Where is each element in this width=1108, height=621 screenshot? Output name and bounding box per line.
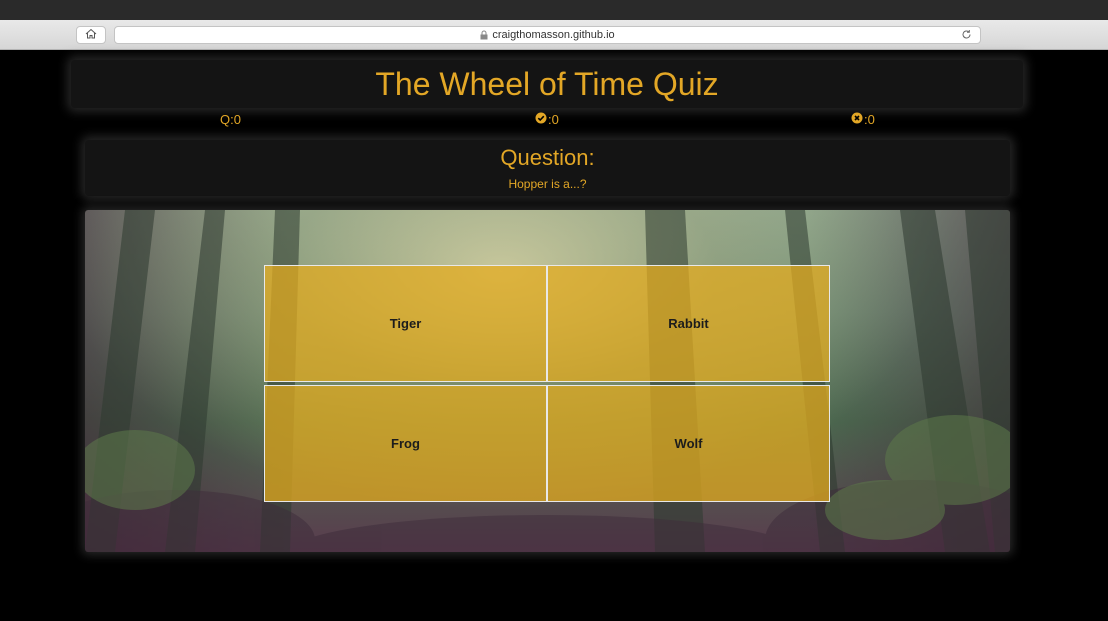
- question-count-text: Q:0: [220, 112, 241, 127]
- home-button[interactable]: [76, 26, 106, 44]
- correct-counter: :0: [535, 112, 559, 127]
- reload-icon[interactable]: [961, 29, 972, 40]
- score-bar: Q:0 :0 :0: [0, 112, 1108, 128]
- answer-grid: Tiger Rabbit Frog Wolf: [264, 265, 830, 502]
- window-top-strip: [0, 0, 1108, 20]
- answer-button-tiger[interactable]: Tiger: [264, 265, 547, 382]
- url-text: craigthomasson.github.io: [492, 29, 615, 41]
- page-title: The Wheel of Time Quiz: [375, 65, 719, 102]
- answer-button-wolf[interactable]: Wolf: [547, 385, 830, 502]
- wrong-counter: :0: [851, 112, 875, 127]
- browser-toolbar: craigthomasson.github.io: [0, 20, 1108, 50]
- answer-button-frog[interactable]: Frog: [264, 385, 547, 502]
- quiz-header: The Wheel of Time Quiz: [71, 60, 1023, 108]
- question-panel: Question: Hopper is a...?: [85, 140, 1010, 196]
- question-counter: Q:0: [220, 112, 241, 127]
- check-circle-icon: [535, 112, 548, 127]
- x-circle-icon: [851, 112, 864, 127]
- correct-count-text: :0: [548, 112, 559, 127]
- answer-button-rabbit[interactable]: Rabbit: [547, 265, 830, 382]
- wrong-count-text: :0: [864, 112, 875, 127]
- question-text: Hopper is a...?: [508, 177, 587, 191]
- question-heading: Question:: [500, 145, 595, 170]
- address-bar[interactable]: craigthomasson.github.io: [114, 26, 981, 44]
- lock-icon: [480, 30, 488, 40]
- home-icon: [85, 26, 97, 44]
